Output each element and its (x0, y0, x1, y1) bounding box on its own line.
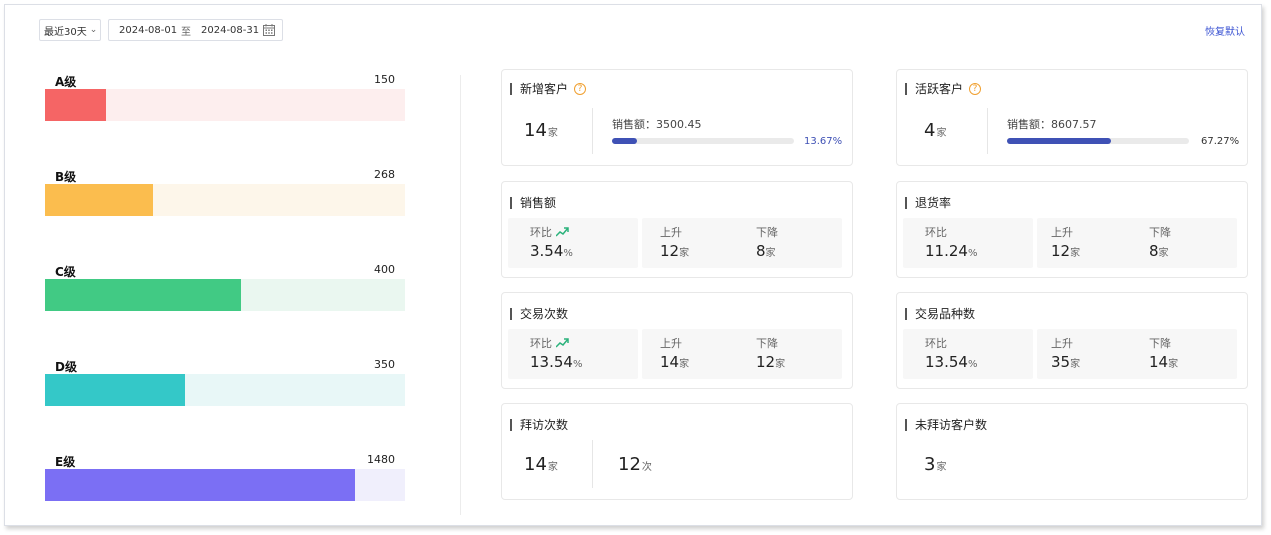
card-new-customers: 新增客户 ? 14家 销售额：3500.45 13.67% (501, 69, 853, 166)
level-bar-track (45, 279, 405, 311)
period-select-value: 最近30天 (44, 26, 87, 38)
level-name: C级 (55, 265, 76, 279)
unvisited-customers-count: 3家 (924, 454, 947, 475)
sales-percent: 67.27% (1201, 136, 1240, 147)
card-title: 退货率 (905, 194, 951, 211)
period-select[interactable]: 最近30天 ⌄ (39, 19, 101, 41)
stat-up-down: 上升 35家 下降 14家 (1037, 329, 1237, 379)
help-icon[interactable]: ? (969, 82, 982, 95)
card-transactions: 交易次数 环比 13.54% 上升 14家 下降 12家 (501, 292, 853, 389)
sales-progress-bar (1007, 138, 1189, 144)
card-return-rate: 退货率 环比 11.24% 上升 12家 下降 8家 (896, 181, 1248, 278)
level-count: 268 (374, 168, 395, 181)
level-bar-track (45, 469, 405, 501)
level-count: 1480 (367, 453, 395, 466)
card-unvisited-customers: 未拜访客户数 3家 (896, 403, 1248, 500)
sales-amount-label: 销售额：3500.45 (612, 118, 702, 131)
active-customers-count: 4家 (924, 120, 947, 141)
section-divider (460, 75, 461, 515)
visit-times-count: 12次 (618, 454, 652, 475)
sales-progress-fill (612, 138, 637, 144)
calendar-icon[interactable] (263, 24, 275, 39)
stat-ratio: 环比 11.24% (903, 218, 1033, 268)
reset-default-link[interactable]: 恢复默认 (1205, 23, 1245, 38)
help-icon[interactable]: ? (574, 82, 587, 95)
stat-ratio: 环比 3.54% (508, 218, 638, 268)
card-title: 交易次数 (510, 305, 568, 322)
visited-customers-count: 14家 (524, 454, 558, 475)
dashboard-frame: 最近30天 ⌄ 2024-08-01 至 2024-08-31 恢复默认 A级 … (4, 4, 1262, 526)
card-sales: 销售额 环比 3.54% 上升 12家 下降 8家 (501, 181, 853, 278)
level-name: A级 (55, 75, 77, 89)
level-name: B级 (55, 170, 77, 184)
level-bar-fill (45, 89, 107, 121)
level-count: 400 (374, 263, 395, 276)
chevron-down-icon: ⌄ (89, 25, 98, 35)
stat-up-down: 上升 12家 下降 8家 (1037, 218, 1237, 268)
date-range-picker[interactable]: 2024-08-01 至 2024-08-31 (108, 19, 283, 41)
card-active-customers: 活跃客户 ? 4家 销售额：8607.57 67.27% (896, 69, 1248, 166)
stat-ratio: 环比 13.54% (508, 329, 638, 379)
new-customers-count: 14家 (524, 120, 558, 141)
level-count: 350 (374, 358, 395, 371)
card-title: 销售额 (510, 194, 556, 211)
range-separator: 至 (181, 26, 191, 38)
stat-up-down: 上升 14家 下降 12家 (642, 329, 842, 379)
card-visits: 拜访次数 14家 12次 (501, 403, 853, 500)
level-bar-fill (45, 374, 186, 406)
level-bar-track (45, 89, 405, 121)
level-bar-track (45, 184, 405, 216)
card-title: 活跃客户 ? (905, 80, 982, 97)
stat-up-down: 上升 12家 下降 8家 (642, 218, 842, 268)
level-bar-fill (45, 469, 355, 501)
trend-up-icon (556, 227, 569, 237)
stat-ratio: 环比 13.54% (903, 329, 1033, 379)
level-bar-track (45, 374, 405, 406)
card-title: 未拜访客户数 (905, 416, 987, 433)
card-title: 新增客户 ? (510, 80, 587, 97)
level-count: 150 (374, 73, 395, 86)
sales-progress-bar (612, 138, 794, 144)
level-bar-fill (45, 184, 153, 216)
level-name: E级 (55, 455, 76, 469)
card-title: 拜访次数 (510, 416, 568, 433)
sales-progress-fill (1007, 138, 1112, 144)
level-bar-fill (45, 279, 242, 311)
card-product-types: 交易品种数 环比 13.54% 上升 35家 下降 14家 (896, 292, 1248, 389)
trend-up-icon (556, 338, 569, 348)
start-date[interactable]: 2024-08-01 (119, 25, 177, 36)
sales-percent: 13.67% (804, 136, 843, 147)
sales-amount-label: 销售额：8607.57 (1007, 118, 1097, 131)
level-name: D级 (55, 360, 77, 374)
card-title: 交易品种数 (905, 305, 975, 322)
end-date[interactable]: 2024-08-31 (201, 25, 259, 36)
